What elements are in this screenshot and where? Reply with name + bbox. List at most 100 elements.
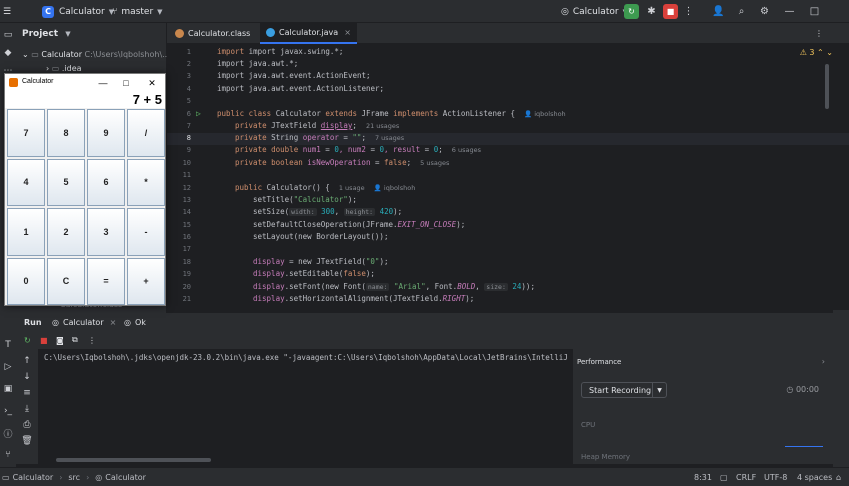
terminal-tool-icon[interactable]: ›_ — [2, 405, 14, 417]
minimize-icon[interactable]: — — [782, 4, 797, 19]
warnings-indicator[interactable]: ⚠ 3 ⌃ ⌄ — [800, 48, 833, 57]
calc-button-add[interactable]: + — [127, 257, 165, 305]
line-number: 13 — [182, 196, 191, 204]
chevron-right-icon: › — [46, 64, 50, 73]
code-line: setTitle("Calculator"); — [253, 195, 357, 204]
tree-root[interactable]: ⌄ ▭ Calculator C:\Users\Iqbolshoh\... — [22, 50, 170, 59]
project-panel-title[interactable]: Project ▼ — [22, 29, 71, 39]
line-number: 6 — [186, 110, 191, 118]
code-line: setDefaultCloseOperation(JFrame.EXIT_ON_… — [253, 220, 466, 229]
calc-button-5[interactable]: 5 — [47, 158, 85, 206]
scroll-up-icon[interactable]: ↑ — [21, 355, 33, 367]
close-icon[interactable]: ✕ — [145, 76, 159, 90]
add-user-icon[interactable]: 👤 — [711, 4, 726, 19]
calc-button-4[interactable]: 4 — [7, 158, 45, 206]
main-menu-icon[interactable]: ☰ — [3, 0, 11, 23]
notifications-icon[interactable]: ▢ — [720, 468, 728, 486]
rerun-icon[interactable]: ↻ — [24, 331, 31, 349]
soft-wrap-icon[interactable]: ≡ — [21, 387, 33, 399]
branch-selector[interactable]: ⑂ master ▼ — [112, 0, 163, 23]
stop-button[interactable]: ■ — [663, 4, 678, 19]
calc-button-clear[interactable]: C — [47, 257, 85, 305]
maximize-icon[interactable]: □ — [807, 4, 822, 19]
cursor-position[interactable]: 8:31 — [694, 468, 712, 486]
scroll-to-end-icon[interactable]: ⤓ — [21, 403, 33, 415]
file-encoding[interactable]: UTF-8 — [764, 468, 787, 486]
run-panel-title[interactable]: Run — [24, 313, 42, 331]
debug-icon[interactable]: ✱ — [644, 4, 659, 19]
calc-button-8[interactable]: 8 — [47, 109, 85, 157]
calc-button-0[interactable]: 0 — [7, 257, 45, 305]
more-actions-icon[interactable]: ⋮ — [681, 4, 696, 19]
run-config-selector[interactable]: ◎ Calculator ▼ — [561, 0, 628, 23]
run-tab-calculator[interactable]: ◎ Calculator × — [52, 313, 116, 331]
run-config-icon: ◎ — [124, 317, 131, 327]
calc-button-1[interactable]: 1 — [7, 208, 45, 256]
calc-button-equals[interactable]: = — [87, 257, 125, 305]
print-icon[interactable]: ⎙ — [21, 419, 33, 431]
run-gutter-icon[interactable]: ▷ — [196, 109, 201, 118]
tab-actions[interactable]: ⋮ — [809, 23, 829, 44]
tree-root-path: C:\Users\Iqbolshoh\... — [84, 50, 170, 59]
console-output[interactable]: ↑ ↓ ≡ ⤓ ⎙ 🗑 C:\Users\Iqbolshoh\.jdks\ope… — [16, 349, 572, 464]
line-number: 8 — [186, 134, 191, 142]
project-selector[interactable]: C Calculator ▼ — [42, 0, 114, 23]
close-icon[interactable]: × — [110, 318, 117, 327]
debug-tool-icon[interactable]: ▣ — [2, 383, 14, 395]
run-config-icon: ◎ — [561, 6, 569, 17]
run-tab-ok[interactable]: ◎ Ok — [124, 313, 146, 331]
minimize-icon[interactable]: — — [96, 76, 110, 90]
chevron-down-icon: ⌄ — [22, 50, 29, 59]
calc-button-9[interactable]: 9 — [87, 109, 125, 157]
indent-setting[interactable]: 4 spaces — [797, 468, 832, 486]
line-ending[interactable]: CRLF — [736, 468, 756, 486]
code-line: display.setEditable(false); — [253, 269, 375, 278]
line-number: 19 — [182, 270, 191, 278]
calculator-window-titlebar[interactable]: Calculator — □ ✕ — [5, 74, 165, 92]
tab-calculator-java[interactable]: Calculator.java × — [260, 23, 357, 44]
calc-button-6[interactable]: 6 — [87, 158, 125, 206]
calc-button-subtract[interactable]: - — [127, 208, 165, 256]
line-number: 10 — [182, 159, 191, 167]
code-editor[interactable]: ⚠ 3 ⌃ ⌄ 1 2 3 4 5 6 7 8 9 10 11 12 13 14… — [167, 44, 849, 310]
lock-icon[interactable]: ⌂ — [836, 468, 841, 486]
calculator-window-title: Calculator — [22, 78, 54, 85]
scroll-down-icon[interactable]: ↓ — [21, 371, 33, 383]
build-tool-icon[interactable]: T — [2, 339, 14, 351]
calc-button-multiply[interactable]: * — [127, 158, 165, 206]
restore-layout-icon[interactable]: ⧉ — [72, 331, 78, 349]
breadcrumb[interactable]: ▭ Calculator › src › ◎ Calculator — [2, 468, 146, 486]
calc-button-2[interactable]: 2 — [47, 208, 85, 256]
trash-icon[interactable]: 🗑 — [21, 435, 33, 447]
tab-calculator-class[interactable]: Calculator.class — [169, 23, 256, 44]
chevron-right-icon[interactable]: › — [822, 357, 825, 366]
start-recording-button[interactable]: Start Recording ▼ — [581, 382, 667, 398]
chevron-down-icon[interactable]: ▼ — [652, 383, 666, 397]
commit-tool-icon[interactable]: ◆ — [2, 47, 14, 59]
cpu-graph-line — [785, 446, 823, 447]
close-icon[interactable]: × — [344, 28, 351, 37]
maximize-icon[interactable]: □ — [119, 76, 133, 90]
calc-button-3[interactable]: 3 — [87, 208, 125, 256]
console-hscrollbar[interactable] — [56, 458, 211, 462]
stop-icon[interactable]: ■ — [40, 331, 48, 349]
folder-icon: ▭ — [51, 64, 60, 73]
rerun-button[interactable]: ↻ — [624, 4, 639, 19]
code-line: import java.awt.event.ActionEvent; — [217, 71, 371, 80]
calc-button-7[interactable]: 7 — [7, 109, 45, 157]
search-icon[interactable]: ⌕ — [734, 4, 749, 19]
editor-scrollbar[interactable] — [825, 64, 829, 109]
settings-gear-icon[interactable]: ⚙ — [757, 4, 772, 19]
class-file-icon — [175, 29, 184, 38]
more-actions-icon[interactable]: ⋮ — [88, 331, 96, 349]
tree-item-idea[interactable]: › ▭ .idea — [46, 64, 82, 73]
editor-tabs: Calculator.class Calculator.java × ⋮ — [167, 23, 849, 44]
camera-icon[interactable]: ◙ — [56, 331, 64, 349]
line-number: 16 — [182, 233, 191, 241]
problems-tool-icon[interactable]: ⓘ — [2, 427, 14, 440]
console-command-line: C:\Users\Iqbolshoh\.jdks\openjdk-23.0.2\… — [44, 353, 568, 362]
run-tool-icon[interactable]: ▷ — [2, 361, 14, 373]
project-tool-icon[interactable]: ▭ — [2, 29, 14, 41]
calc-button-divide[interactable]: / — [127, 109, 165, 157]
git-tool-icon[interactable]: ⑂ — [2, 449, 14, 461]
